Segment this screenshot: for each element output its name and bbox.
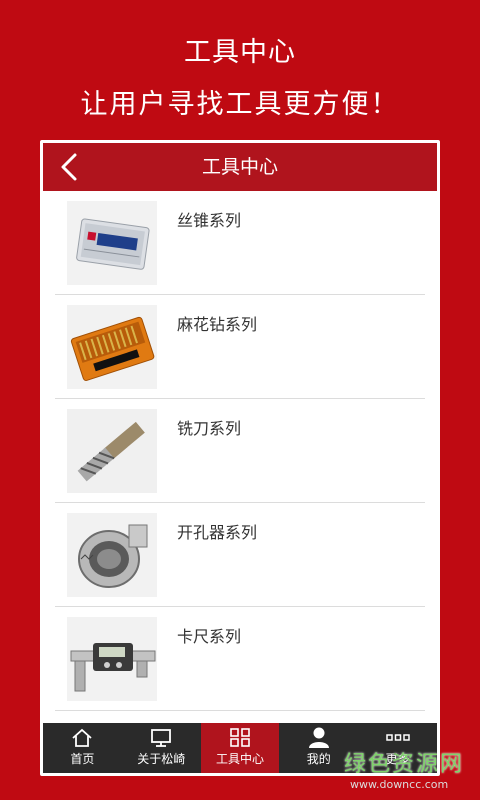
- list-item-tap-series[interactable]: 丝锥系列: [55, 191, 425, 295]
- app-header: 工具中心: [43, 143, 437, 191]
- tab-label: 关于松崎: [137, 752, 186, 766]
- bottom-tab-bar: 首页 关于松崎 工具中心 我的 更多: [43, 723, 437, 773]
- tap-set-image: [67, 201, 157, 285]
- page-title: 工具中心: [201, 156, 278, 178]
- list-item-caliper-series[interactable]: 卡尺系列: [55, 607, 425, 711]
- hole-saw-image: [67, 513, 157, 597]
- list-item-hole-saw-series[interactable]: 开孔器系列: [55, 503, 425, 607]
- tab-home[interactable]: 首页: [43, 723, 122, 773]
- home-icon: [72, 728, 92, 747]
- tab-tool-center[interactable]: 工具中心: [200, 723, 280, 773]
- item-label: 开孔器系列: [177, 523, 258, 542]
- digital-caliper-image: [67, 617, 157, 701]
- item-label: 铣刀系列: [177, 419, 242, 438]
- item-label: 麻花钻系列: [177, 315, 258, 334]
- phone-screen: 工具中心 丝锥系列 麻花钻系列 铣刀系列 开孔器系列 卡尺系列 首页 关于松崎 …: [40, 140, 440, 776]
- user-icon: [308, 727, 329, 748]
- tab-about[interactable]: 关于松崎: [122, 723, 201, 773]
- promo-subtitle: 让用户寻找工具更方便！: [80, 89, 400, 120]
- tab-more[interactable]: 更多: [358, 723, 437, 773]
- back-button[interactable]: [53, 149, 89, 185]
- tab-mine[interactable]: 我的: [279, 723, 358, 773]
- chevron-left-icon: [61, 153, 77, 181]
- watermark-url: www.downcc.com: [350, 778, 449, 791]
- twist-drill-set-image: [67, 305, 157, 389]
- promo-title: 工具中心: [184, 37, 296, 68]
- monitor-icon: [151, 729, 172, 747]
- more-icon: [385, 734, 410, 741]
- list-item-twist-drill-series[interactable]: 麻花钻系列: [55, 295, 425, 399]
- end-mill-image: [67, 409, 157, 493]
- tool-list: 丝锥系列 麻花钻系列 铣刀系列 开孔器系列 卡尺系列: [43, 191, 437, 723]
- list-item-milling-cutter-series[interactable]: 铣刀系列: [55, 399, 425, 503]
- tab-label: 我的: [306, 752, 331, 766]
- tab-label: 更多: [385, 752, 410, 766]
- tab-label: 工具中心: [215, 752, 264, 766]
- grid-icon: [230, 728, 250, 747]
- item-label: 卡尺系列: [177, 627, 242, 646]
- item-label: 丝锥系列: [177, 211, 242, 230]
- tab-label: 首页: [70, 752, 95, 766]
